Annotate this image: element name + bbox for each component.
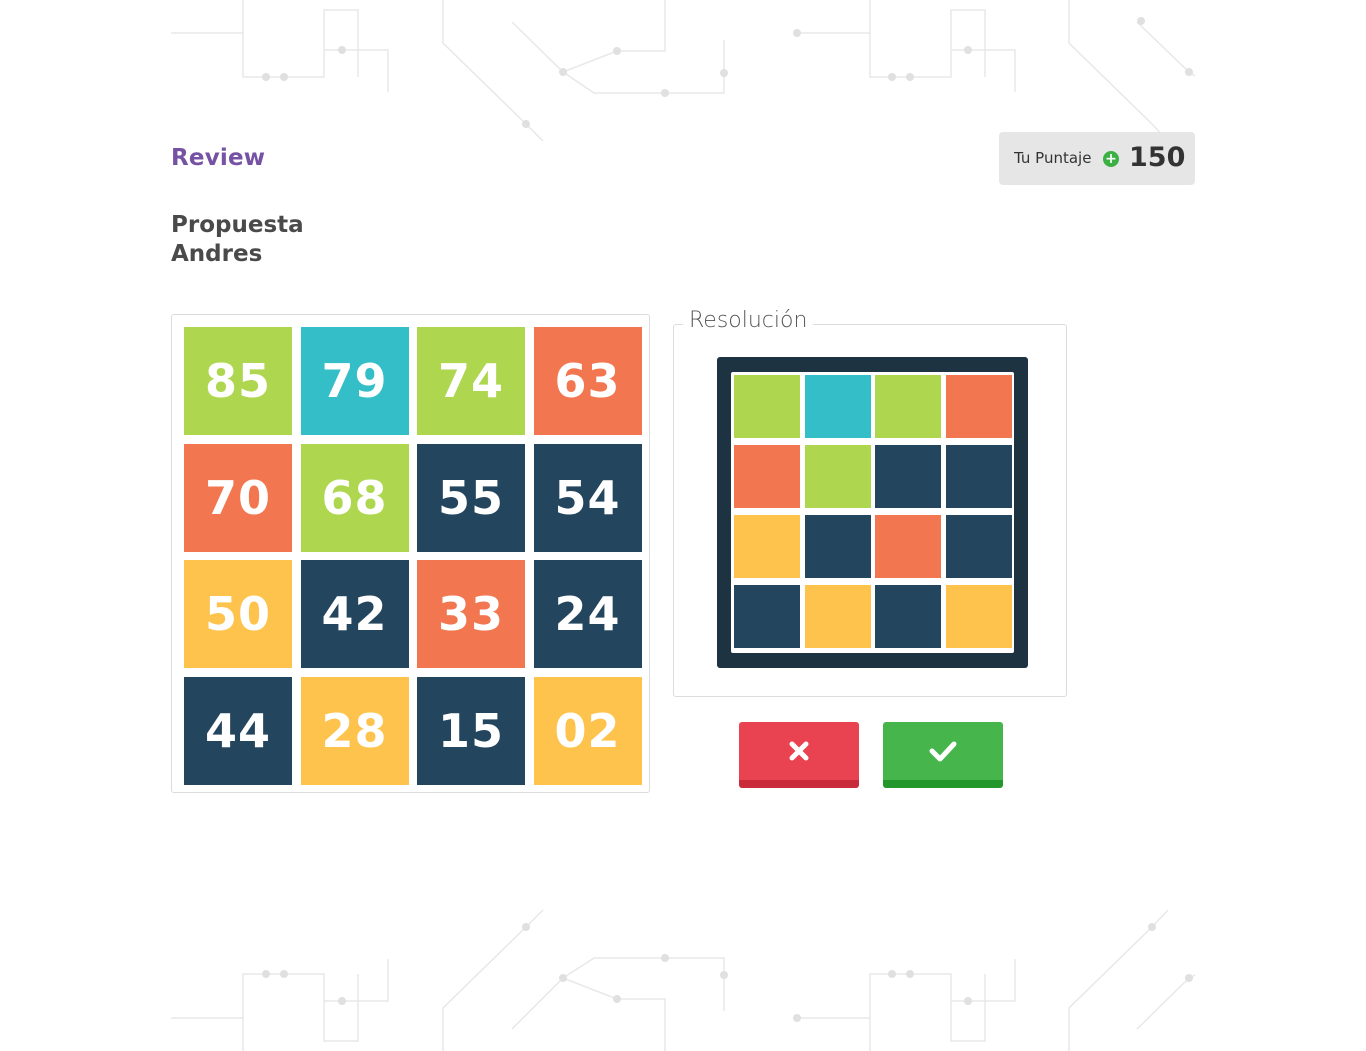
reject-button[interactable] xyxy=(739,722,859,788)
proposal-title-line1: Propuesta xyxy=(171,212,304,238)
plus-circle-icon: + xyxy=(1103,151,1119,167)
proposal-author: Andres xyxy=(171,241,263,267)
proposal-board: 85 79 74 63 70 68 55 54 50 42 33 24 44 28 15 02 xyxy=(171,314,650,793)
close-icon xyxy=(789,741,809,761)
score-label: Tu Puntaje xyxy=(1014,149,1092,167)
proposal-tile: 70 xyxy=(184,443,292,552)
proposal-title: Propuesta Andres xyxy=(171,211,304,269)
proposal-tile: 28 xyxy=(300,676,409,785)
resolution-cell xyxy=(945,375,1012,438)
resolution-cell xyxy=(945,515,1012,578)
score-value: 150 xyxy=(1129,142,1186,173)
resolution-cell xyxy=(734,375,800,438)
proposal-tile: 15 xyxy=(417,676,525,785)
proposal-tile: 42 xyxy=(300,560,409,668)
resolution-grid xyxy=(731,372,1014,653)
proposal-tile: 55 xyxy=(417,443,525,552)
page-title: Review xyxy=(171,145,266,171)
resolution-cell xyxy=(734,515,800,578)
resolution-cell xyxy=(875,445,941,508)
proposal-tile: 74 xyxy=(417,327,525,435)
proposal-tile: 54 xyxy=(533,443,642,552)
resolution-cell xyxy=(804,445,871,508)
resolution-cell xyxy=(804,585,871,648)
review-page: Review Tu Puntaje + 150 Propuesta Andres… xyxy=(0,0,1366,1051)
proposal-tile: 50 xyxy=(184,560,292,668)
proposal-tile: 44 xyxy=(184,676,292,785)
checkmark-icon xyxy=(929,741,957,762)
resolution-grid-frame xyxy=(717,357,1028,668)
proposal-tile: 33 xyxy=(417,560,525,668)
proposal-tile: 02 xyxy=(533,676,642,785)
resolution-cell xyxy=(804,375,871,438)
score-badge: Tu Puntaje + 150 xyxy=(999,132,1195,185)
resolution-cell xyxy=(875,375,941,438)
proposal-tile: 85 xyxy=(184,327,292,435)
proposal-tile: 63 xyxy=(533,327,642,435)
proposal-tile: 68 xyxy=(300,443,409,552)
resolution-legend: Resolución xyxy=(683,308,814,333)
resolution-cell xyxy=(734,445,800,508)
proposal-tile: 24 xyxy=(533,560,642,668)
resolution-cell xyxy=(875,515,941,578)
resolution-cell xyxy=(945,585,1012,648)
accept-button[interactable] xyxy=(883,722,1003,788)
proposal-tile: 79 xyxy=(300,327,409,435)
resolution-cell xyxy=(875,585,941,648)
resolution-cell xyxy=(945,445,1012,508)
resolution-cell xyxy=(804,515,871,578)
resolution-cell xyxy=(734,585,800,648)
